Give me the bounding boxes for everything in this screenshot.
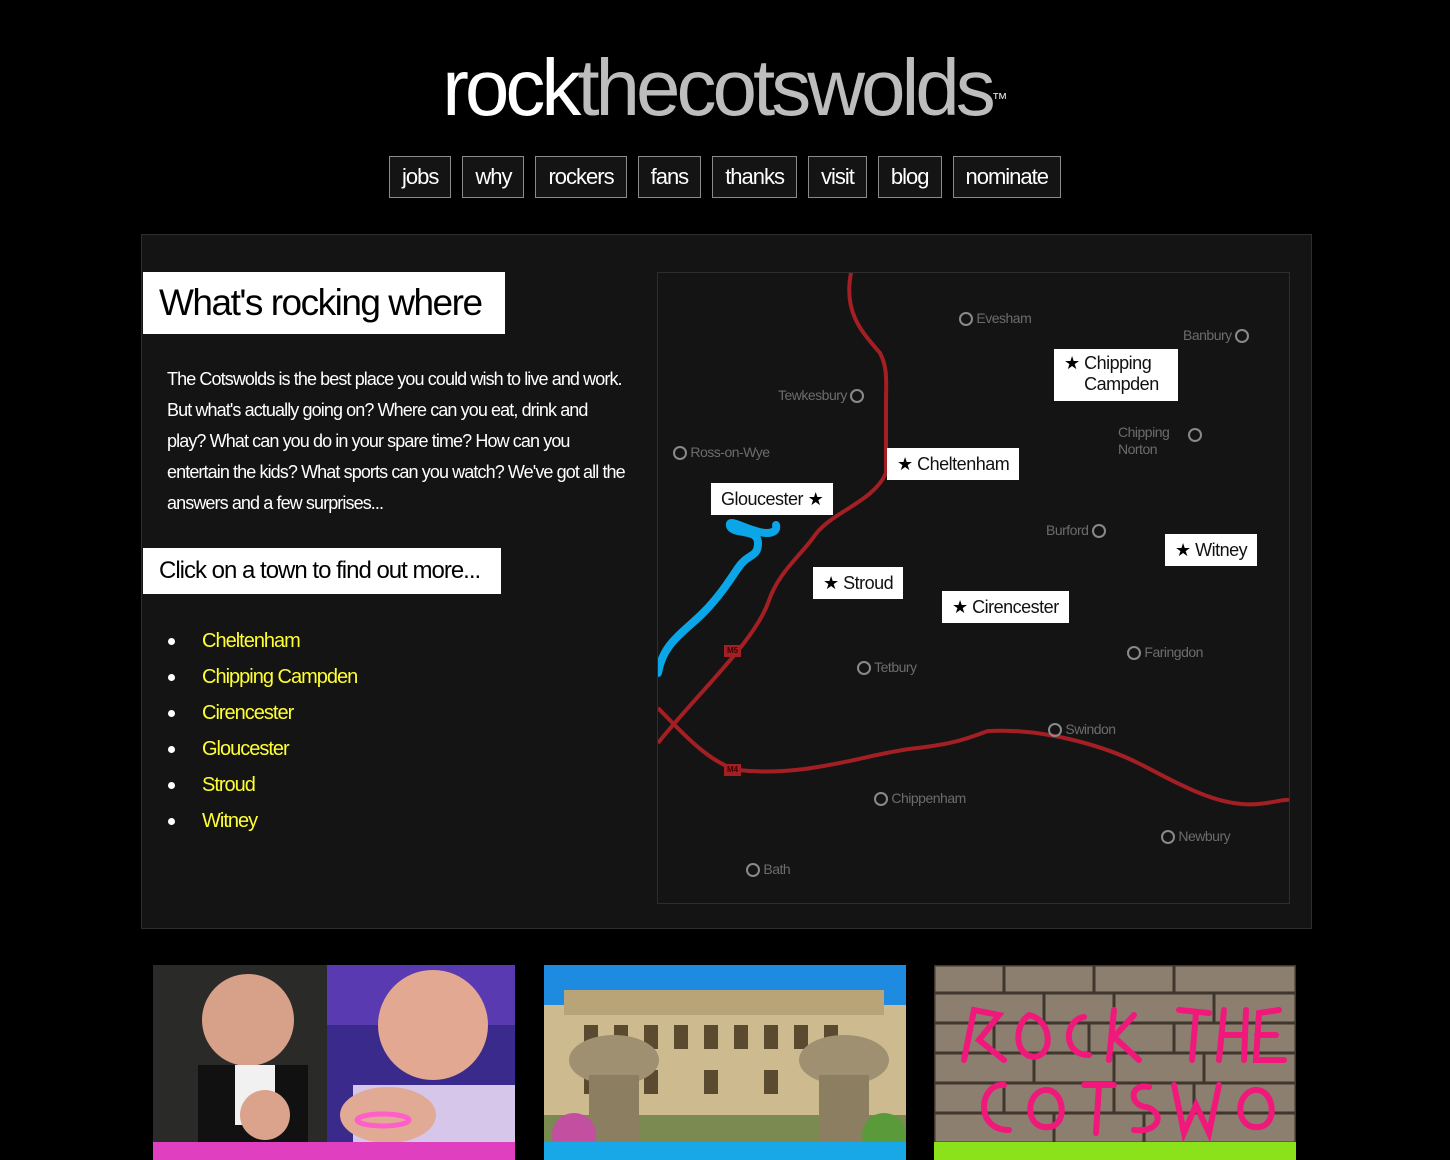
site-logo[interactable]: rockthecotswolds™: [0, 40, 1450, 136]
nav-fans[interactable]: fans: [637, 156, 702, 198]
river-severn: [658, 518, 781, 677]
nav-rockers[interactable]: rockers: [535, 156, 627, 198]
card-accent-bar: [153, 1142, 515, 1160]
intro-text: The Cotswolds is the best place you coul…: [167, 369, 626, 513]
list-item: Cirencester: [167, 695, 357, 731]
town-link-witney[interactable]: Witney: [202, 810, 258, 832]
nav-thanks[interactable]: thanks: [712, 156, 798, 198]
star-icon: ★: [1175, 540, 1191, 560]
place-faringdon: Faringdon: [1127, 644, 1203, 661]
place-evesham: Evesham: [959, 310, 1032, 327]
star-icon: ★: [952, 597, 968, 617]
two-men-wristbands-photo: [153, 965, 515, 1160]
feature-card-1[interactable]: [153, 965, 515, 1160]
whats-rocking-panel: What's rocking where The Cotswolds is th…: [141, 234, 1312, 929]
location-dot-icon: [874, 792, 888, 807]
list-item: Chipping Campden: [167, 659, 358, 695]
logo-part-thecotswolds: thecotswolds: [577, 43, 995, 132]
nav-why[interactable]: why: [462, 156, 525, 198]
place-chipping-norton: Chipping Norton: [1118, 424, 1214, 458]
location-dot-icon: [1188, 428, 1202, 442]
nav-visit[interactable]: visit: [808, 156, 867, 198]
town-link-gloucester[interactable]: Gloucester: [202, 738, 290, 760]
town-link-chipping-campden[interactable]: Chipping Campden: [202, 666, 358, 688]
nav-blog[interactable]: blog: [877, 156, 942, 198]
map-town-cheltenham[interactable]: ★ Cheltenham: [887, 448, 1020, 480]
trademark-symbol: ™: [991, 91, 1008, 108]
list-item: Cheltenham: [167, 623, 357, 659]
nav-nominate[interactable]: nominate: [952, 156, 1062, 198]
logo-part-rock: rock: [442, 43, 581, 132]
m4-road: [658, 706, 1289, 807]
m5-label: M5: [724, 645, 742, 657]
location-dot-icon: [1127, 646, 1141, 661]
section-heading: What's rocking where: [143, 272, 505, 334]
card-accent-bar: [934, 1142, 1296, 1160]
place-bath: Bath: [746, 861, 791, 878]
click-town-prompt: Click on a town to find out more...: [143, 548, 501, 594]
town-link-cirencester[interactable]: Cirencester: [202, 702, 294, 724]
place-swindon: Swindon: [1048, 721, 1116, 738]
location-dot-icon: [850, 389, 865, 404]
location-dot-icon: [1091, 524, 1106, 539]
star-icon: ★: [897, 454, 913, 474]
location-dot-icon: [1235, 329, 1250, 344]
feature-card-2[interactable]: [544, 965, 906, 1160]
star-icon: ★: [807, 489, 824, 509]
nav-jobs[interactable]: jobs: [388, 156, 452, 198]
location-dot-icon: [1161, 830, 1175, 845]
location-dot-icon: [857, 661, 871, 676]
list-item: Stroud: [167, 767, 357, 803]
list-item: Witney: [167, 803, 357, 839]
location-dot-icon: [746, 863, 760, 878]
map-background: [658, 273, 1289, 807]
stone-wall-graffiti-photo: [934, 965, 1296, 1160]
place-tetbury: Tetbury: [857, 659, 917, 676]
star-icon: ★: [1064, 353, 1080, 373]
map-town-witney[interactable]: ★ Witney: [1165, 534, 1258, 566]
place-chippenham: Chippenham: [874, 790, 966, 807]
main-nav: jobs why rockers fans thanks visit blog …: [0, 156, 1450, 198]
place-ross-on-wye: Ross-on-Wye: [673, 444, 770, 461]
place-burford: Burford: [1046, 522, 1106, 539]
feature-card-3[interactable]: [934, 965, 1296, 1160]
card-accent-bar: [544, 1142, 906, 1160]
map-town-gloucester[interactable]: Gloucester ★: [711, 483, 834, 515]
m4-label: M4: [724, 764, 742, 776]
map-town-cirencester[interactable]: ★ Cirencester: [942, 591, 1069, 623]
cotswolds-map: M5 M4 Evesham Banbury Tewkesbury Ross-on…: [657, 272, 1290, 904]
place-banbury: Banbury: [1183, 327, 1250, 344]
star-icon: ★: [823, 573, 839, 593]
cotswold-mansion-photo: [544, 965, 906, 1160]
map-town-chipping-campden[interactable]: ★ Chipping Campden: [1054, 349, 1179, 401]
location-dot-icon: [959, 312, 973, 327]
location-dot-icon: [1048, 723, 1062, 738]
place-newbury: Newbury: [1161, 828, 1231, 845]
town-link-cheltenham[interactable]: Cheltenham: [202, 630, 301, 652]
town-list: Cheltenham Chipping Campden Cirencester …: [167, 623, 358, 839]
location-dot-icon: [673, 446, 687, 461]
town-link-stroud[interactable]: Stroud: [202, 774, 256, 796]
list-item: Gloucester: [167, 731, 357, 767]
place-tewkesbury: Tewkesbury: [778, 387, 865, 404]
map-town-stroud[interactable]: ★ Stroud: [813, 567, 904, 599]
